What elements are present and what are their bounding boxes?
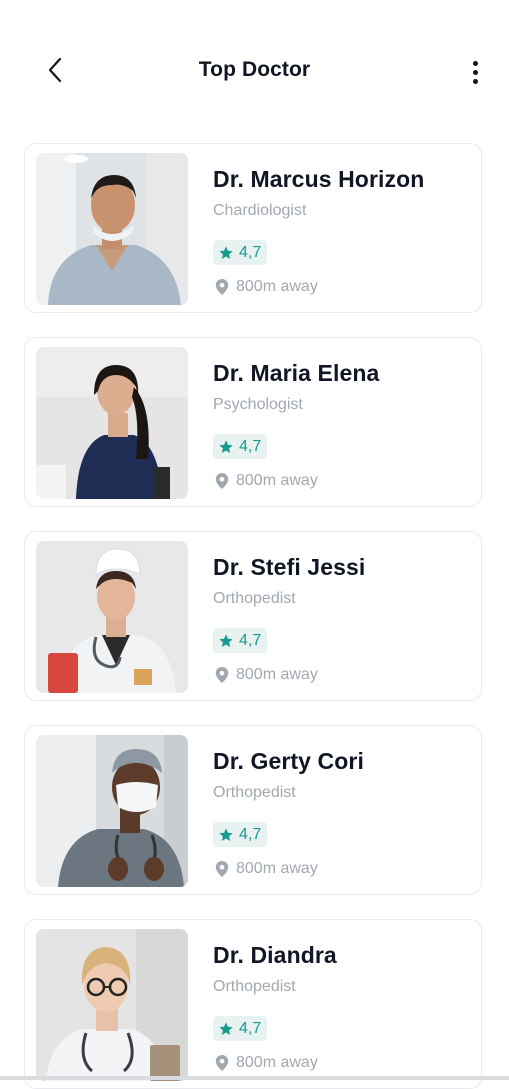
doctor-name: Dr. Maria Elena — [213, 360, 380, 386]
doctor-specialty: Chardiologist — [213, 202, 307, 219]
rating-badge: 4,7 — [213, 240, 268, 265]
doctor-name: Dr. Marcus Horizon — [213, 166, 425, 192]
doctor-specialty: Orthopedist — [213, 590, 296, 607]
more-options-button[interactable] — [458, 52, 492, 92]
star-icon — [219, 439, 233, 453]
distance-info: 800m away — [215, 472, 318, 490]
doctor-card[interactable]: Dr. Stefi Jessi Orthopedist 4,7 800m awa… — [24, 531, 482, 701]
doctor-photo — [36, 347, 188, 499]
rating-value: 4,7 — [239, 825, 262, 843]
star-icon — [219, 245, 233, 259]
star-icon — [219, 827, 233, 841]
doctor-photo — [36, 735, 188, 887]
distance-info: 800m away — [215, 278, 318, 296]
rating-value: 4,7 — [239, 631, 262, 649]
doctor-photo — [36, 541, 188, 693]
doctor-card[interactable]: Dr. Maria Elena Psychologist 4,7 800m aw… — [24, 337, 482, 507]
distance-info: 800m away — [215, 666, 318, 684]
rating-badge: 4,7 — [213, 1016, 268, 1041]
rating-badge: 4,7 — [213, 822, 268, 847]
rating-badge: 4,7 — [213, 628, 268, 653]
star-icon — [219, 633, 233, 647]
doctor-specialty: Orthopedist — [213, 784, 296, 801]
doctor-card[interactable]: Dr. Gerty Cori Orthopedist 4,7 800m away — [24, 725, 482, 895]
star-icon — [219, 1021, 233, 1035]
rating-value: 4,7 — [239, 437, 262, 455]
page-title: Top Doctor — [198, 58, 311, 81]
doctor-name: Dr. Stefi Jessi — [213, 554, 366, 580]
rating-badge: 4,7 — [213, 434, 268, 459]
location-pin-icon — [215, 861, 229, 877]
location-pin-icon — [215, 279, 229, 295]
distance-text: 800m away — [236, 666, 318, 683]
distance-text: 800m away — [236, 860, 318, 877]
doctor-name: Dr. Gerty Cori — [213, 748, 364, 774]
distance-info: 800m away — [215, 860, 318, 878]
doctor-card[interactable]: Dr. Diandra Orthopedist 4,7 800m away — [24, 919, 482, 1089]
more-vertical-icon — [472, 60, 478, 66]
distance-text: 800m away — [236, 1054, 318, 1071]
home-indicator-bar — [0, 1076, 509, 1080]
doctor-specialty: Orthopedist — [213, 978, 296, 995]
doctor-photo — [36, 153, 188, 305]
rating-value: 4,7 — [239, 243, 262, 261]
top-bar: Top Doctor — [0, 0, 509, 140]
location-pin-icon — [215, 667, 229, 683]
rating-value: 4,7 — [239, 1019, 262, 1037]
doctor-photo — [36, 929, 188, 1081]
doctor-card[interactable]: Dr. Marcus Horizon Chardiologist 4,7 800… — [24, 143, 482, 313]
distance-info: 800m away — [215, 1054, 318, 1072]
doctor-specialty: Psychologist — [213, 396, 303, 413]
location-pin-icon — [215, 1055, 229, 1071]
doctor-name: Dr. Diandra — [213, 942, 337, 968]
location-pin-icon — [215, 473, 229, 489]
distance-text: 800m away — [236, 278, 318, 295]
distance-text: 800m away — [236, 472, 318, 489]
